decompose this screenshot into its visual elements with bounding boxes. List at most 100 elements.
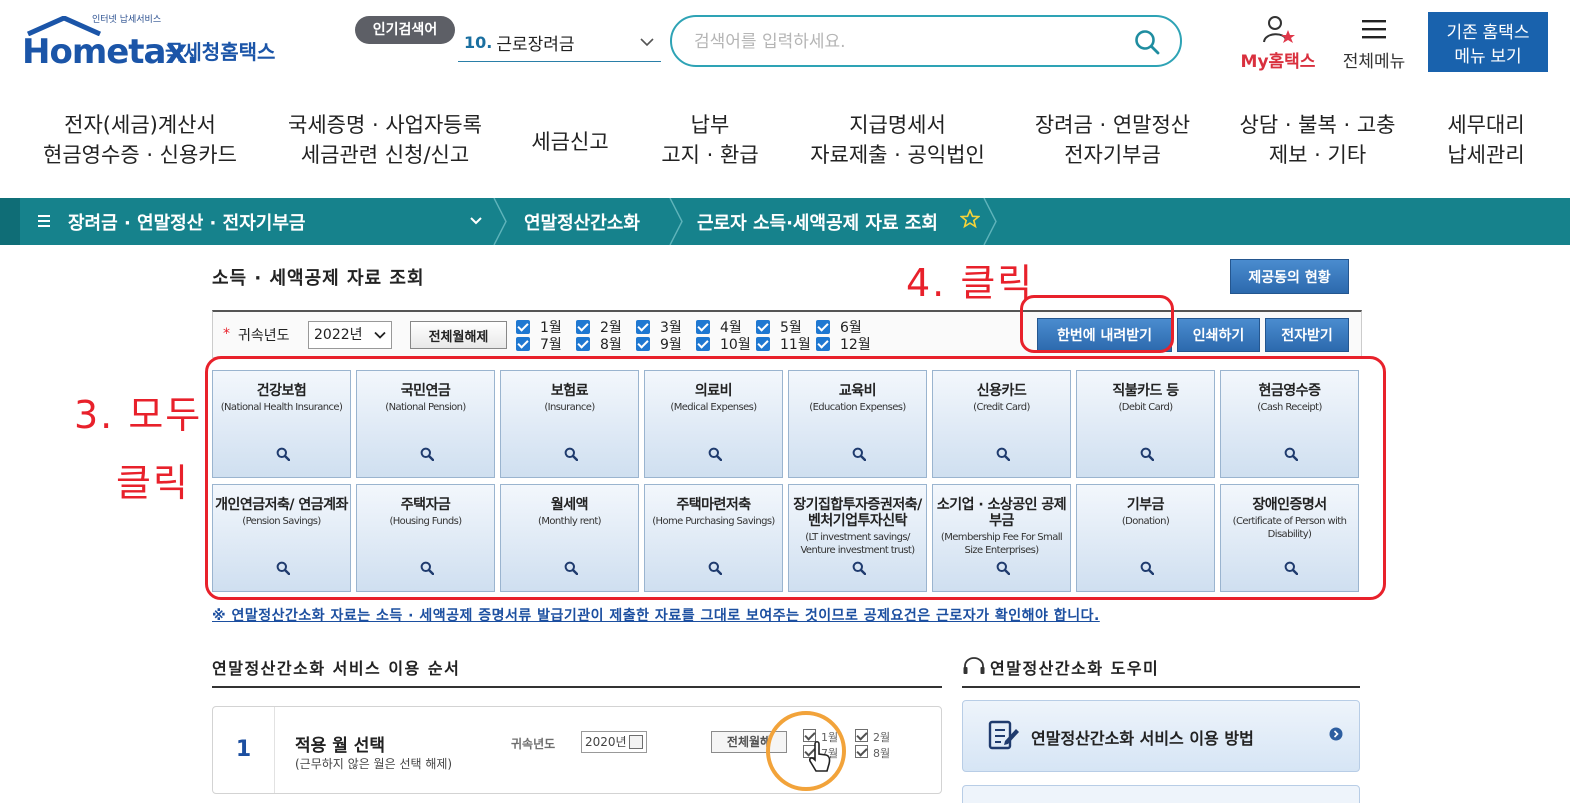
month-check-6[interactable]: 6월	[816, 319, 874, 336]
month-check-2[interactable]: 2월	[576, 319, 634, 336]
gnb-line1: 국세증명 · 사업자등록	[288, 113, 482, 137]
gnb-line1: 장려금 · 연말정산	[1034, 113, 1191, 137]
gnb-item-certificate[interactable]: 국세증명 · 사업자등록세금관련 신청/신고	[280, 110, 490, 176]
gnb-item-statement[interactable]: 지급명세서 자료제출 · 공익법인	[805, 110, 990, 176]
tile-subtitle: (Monthly rent)	[538, 516, 602, 527]
deduction-tile[interactable]: 장기집합투자증권저축/ 벤처기업투자신탁 (LT investment savin…	[788, 484, 927, 592]
preview-month-label: 2월	[873, 731, 891, 744]
magnifier-icon	[564, 561, 578, 575]
month-check-3[interactable]: 3월	[636, 319, 694, 336]
legacy-hometax-button[interactable]: 기존 홈택스 메뉴 보기	[1428, 12, 1548, 72]
gnb-line1: 지급명세서	[849, 113, 946, 137]
magnifier-icon	[420, 561, 434, 575]
checkbox[interactable]	[516, 337, 530, 351]
gnb-item-consult[interactable]: 상담 · 불복 · 고충 제보 · 기타	[1230, 110, 1405, 176]
month-check-7[interactable]: 7월	[516, 336, 574, 353]
chevron-down-icon	[640, 38, 654, 47]
notice-text[interactable]: ※ 연말정산간소화 자료는 소득 · 세액공제 증명서류 발급기관이 제출한 자…	[212, 605, 1100, 625]
gnb-line2: 세금관련 신청/신고	[300, 143, 470, 167]
month-label: 7월	[540, 337, 562, 353]
deduction-tile[interactable]: 소기업 · 소상공인 공제부금 (Membership Fee For Small…	[932, 484, 1071, 592]
deduction-tile[interactable]: 직불카드 등 (Debit Card)	[1076, 370, 1215, 478]
deduction-tile[interactable]: 월세액 (Monthly rent)	[500, 484, 639, 592]
checkbox[interactable]	[576, 320, 590, 334]
deduction-tile[interactable]: 개인연금저축/ 연금계좌 (Pension Savings)	[212, 484, 351, 592]
tile-subtitle: (Cash Receipt)	[1257, 402, 1322, 413]
helper-card-next[interactable]	[962, 785, 1360, 803]
checkbox[interactable]	[696, 337, 710, 351]
search-icon[interactable]	[1134, 29, 1160, 55]
month-check-5[interactable]: 5월	[756, 319, 814, 336]
year-value: 2022년	[314, 327, 363, 343]
deduction-tile[interactable]: 장애인증명서 (Certificate of Person with Disabi…	[1220, 484, 1359, 592]
logo-korean: 국세청홈택스	[165, 40, 276, 64]
month-check-1[interactable]: 1월	[516, 319, 574, 336]
checkbox[interactable]	[696, 320, 710, 334]
deduction-tile[interactable]: 기부금 (Donation)	[1076, 484, 1215, 592]
month-check-11[interactable]: 11월	[756, 336, 814, 353]
tile-title: 소기업 · 소상공인 공제부금	[936, 497, 1067, 529]
checkbox[interactable]	[756, 337, 770, 351]
tile-title: 장애인증명서	[1252, 497, 1327, 513]
legacy-line2: 메뉴 보기	[1454, 47, 1522, 66]
checkbox[interactable]	[636, 320, 650, 334]
month-check-4[interactable]: 4월	[696, 319, 754, 336]
tile-title: 보험료	[550, 383, 589, 399]
all-menu-button[interactable]: 전체메뉴	[1336, 14, 1412, 74]
tile-subtitle: (Certificate of Person with Disability)	[1232, 516, 1347, 540]
hometax-logo[interactable]: 인터넷 납세서비스 Hometax. 국세청홈택스	[22, 12, 282, 74]
breadcrumb-separator	[669, 198, 683, 245]
deduction-tile[interactable]: 국민연금 (National Pension)	[356, 370, 495, 478]
gnb-item-incentive[interactable]: 장려금 · 연말정산 전자기부금	[1025, 110, 1200, 176]
magnifier-icon	[564, 447, 578, 461]
preview-checkbox	[855, 745, 868, 758]
deduction-tile[interactable]: 주택마련저축 (Home Purchasing Savings)	[644, 484, 783, 592]
checkbox[interactable]	[816, 337, 830, 351]
deduction-tile[interactable]: 현금영수증 (Cash Receipt)	[1220, 370, 1359, 478]
gnb-item-tax-report[interactable]: 세금신고	[520, 110, 620, 176]
gnb-line1: 전자(세금)계산서	[64, 113, 216, 137]
step-description: (근무하지 않은 월은 선택 해제)	[295, 757, 453, 771]
print-button[interactable]: 인쇄하기	[1177, 318, 1260, 352]
favorite-star-icon[interactable]	[960, 209, 980, 229]
year-select[interactable]: 2022년	[308, 321, 392, 349]
step-title: 적용 월 선택	[295, 736, 386, 756]
breadcrumb-sub[interactable]: 연말정산간소화	[524, 209, 640, 235]
deduction-tile[interactable]: 의료비 (Medical Expenses)	[644, 370, 783, 478]
gnb-item-agent[interactable]: 세무대리 납세관리	[1430, 110, 1542, 176]
tile-subtitle: (National Pension)	[385, 402, 466, 413]
annotation-step3-line1: 3. 모두	[74, 393, 203, 437]
search-input[interactable]	[694, 29, 1114, 55]
deduction-tile[interactable]: 보험료 (Insurance)	[500, 370, 639, 478]
tile-subtitle: (Debit Card)	[1118, 402, 1173, 413]
list-menu-icon[interactable]	[37, 212, 51, 230]
month-check-9[interactable]: 9월	[636, 336, 694, 353]
gnb-item-invoice[interactable]: 전자(세금)계산서 현금영수증 · 신용카드	[40, 110, 240, 176]
reset-months-button[interactable]: 전체월해제	[410, 321, 507, 349]
popular-search-select[interactable]: 10. 근로장려금	[458, 24, 661, 62]
deduction-tile[interactable]: 건강보험 (National Health Insurance)	[212, 370, 351, 478]
month-check-10[interactable]: 10월	[696, 336, 754, 353]
gnb-item-payment[interactable]: 납부 고지 · 환급	[650, 110, 770, 176]
filter-bar: * 귀속년도 2022년 전체월해제 1월 2월 3월 4월 5월 6월 7월 …	[212, 310, 1362, 358]
checkbox[interactable]	[636, 337, 650, 351]
month-check-12[interactable]: 12월	[816, 336, 874, 353]
deduction-tile[interactable]: 신용카드 (Credit Card)	[932, 370, 1071, 478]
magnifier-icon	[852, 561, 866, 575]
document-edit-icon	[988, 720, 1019, 750]
chevron-down-icon	[629, 735, 643, 749]
deduction-tile[interactable]: 주택자금 (Housing Funds)	[356, 484, 495, 592]
helper-title: 연말정산간소화 도우미	[990, 659, 1160, 678]
month-check-8[interactable]: 8월	[576, 336, 634, 353]
checkbox[interactable]	[756, 320, 770, 334]
checkbox[interactable]	[576, 337, 590, 351]
my-hometax-button[interactable]: My홈택스	[1236, 14, 1320, 74]
checkbox[interactable]	[816, 320, 830, 334]
checkbox[interactable]	[516, 320, 530, 334]
breadcrumb-category[interactable]: 장려금 · 연말정산 · 전자기부금	[68, 209, 305, 235]
helper-card-usage[interactable]: 연말정산간소화 서비스 이용 방법	[962, 700, 1360, 772]
receive-button[interactable]: 전자받기	[1265, 318, 1349, 352]
provider-consent-button[interactable]: 제공동의 현황	[1230, 259, 1349, 294]
deduction-tile[interactable]: 교육비 (Education Expenses)	[788, 370, 927, 478]
chevron-down-icon[interactable]	[468, 213, 484, 229]
